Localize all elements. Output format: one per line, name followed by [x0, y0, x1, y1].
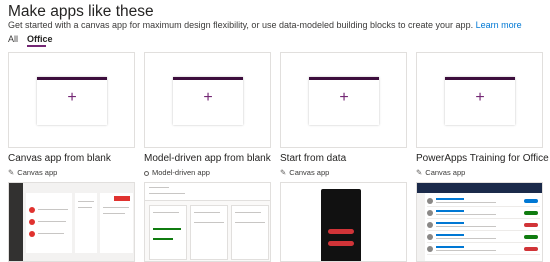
card-title[interactable]: Canvas app from blank	[8, 153, 111, 164]
page-subtitle: Get started with a canvas app for maximu…	[8, 20, 522, 30]
thumb-sidebar	[417, 193, 425, 261]
template-card-powerapps-training[interactable]: +	[416, 52, 543, 148]
thumb-panel	[100, 193, 133, 253]
subtitle-text: Get started with a canvas app for maximu…	[8, 20, 474, 30]
card-type-label: Canvas app	[289, 168, 330, 177]
page-title: Make apps like these	[8, 3, 154, 20]
card-type-label: Model-driven app	[152, 168, 210, 177]
preview-header-bar	[173, 77, 243, 80]
card-type: ✎ Canvas app	[280, 168, 329, 177]
preview-header-bar	[445, 77, 515, 80]
thumb-row	[427, 233, 540, 243]
card-preview: +	[173, 77, 243, 125]
thumb-box	[231, 205, 269, 260]
thumb-row	[427, 197, 540, 207]
preview-header-bar	[309, 77, 379, 80]
template-thumbnail-1[interactable]	[8, 182, 135, 262]
card-type-label: Canvas app	[17, 168, 58, 177]
thumb-phone-button	[328, 241, 354, 246]
plus-icon: +	[67, 89, 77, 106]
tab-office[interactable]: Office	[27, 34, 53, 44]
model-driven-icon	[144, 170, 149, 176]
template-card-canvas-blank[interactable]: +	[8, 52, 135, 148]
card-type-label: Canvas app	[425, 168, 466, 177]
thumb-phone	[321, 189, 361, 261]
template-thumbnail-2[interactable]	[144, 182, 271, 262]
card-preview: +	[309, 77, 379, 125]
plus-icon: +	[203, 89, 213, 106]
tab-selected-underline	[27, 45, 46, 47]
thumb-row	[427, 245, 540, 255]
thumb-panel	[26, 193, 72, 253]
thumb-header	[145, 183, 270, 201]
template-thumbnail-4[interactable]	[416, 182, 543, 262]
thumb-panel	[75, 193, 97, 253]
plus-icon: +	[475, 89, 485, 106]
pencil-icon: ✎	[280, 168, 287, 177]
thumb-header	[417, 183, 542, 193]
thumb-box	[149, 205, 187, 260]
pencil-icon: ✎	[8, 168, 15, 177]
card-title[interactable]: PowerApps Training for Office	[416, 153, 549, 164]
plus-icon: +	[339, 89, 349, 106]
template-thumbnail-3[interactable]	[280, 182, 407, 262]
card-preview: +	[445, 77, 515, 125]
card-type: ✎ Canvas app	[416, 168, 465, 177]
template-card-start-from-data[interactable]: +	[280, 52, 407, 148]
template-card-model-driven-blank[interactable]: +	[144, 52, 271, 148]
card-title[interactable]: Model-driven app from blank	[144, 153, 271, 164]
learn-more-link[interactable]: Learn more	[476, 20, 522, 30]
card-preview: +	[37, 77, 107, 125]
preview-header-bar	[37, 77, 107, 80]
thumb-row	[427, 221, 540, 231]
thumb-sidebar	[9, 183, 23, 261]
pencil-icon: ✎	[416, 168, 423, 177]
card-type: ✎ Canvas app	[8, 168, 57, 177]
card-title[interactable]: Start from data	[280, 153, 346, 164]
thumb-box	[190, 205, 228, 260]
thumb-phone-button	[328, 229, 354, 234]
card-type: Model-driven app	[144, 168, 210, 177]
thumb-row	[427, 209, 540, 219]
tab-all[interactable]: All	[8, 34, 18, 44]
